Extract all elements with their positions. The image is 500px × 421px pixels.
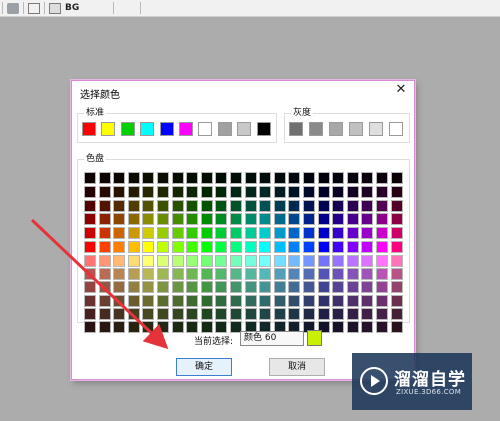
watermark: 溜溜自学 ZIXUE.3D66.COM — [352, 353, 472, 410]
watermark-subtitle: ZIXUE.3D66.COM — [396, 388, 462, 396]
play-logo-icon — [360, 367, 388, 395]
watermark-title: 溜溜自学 — [394, 370, 466, 390]
